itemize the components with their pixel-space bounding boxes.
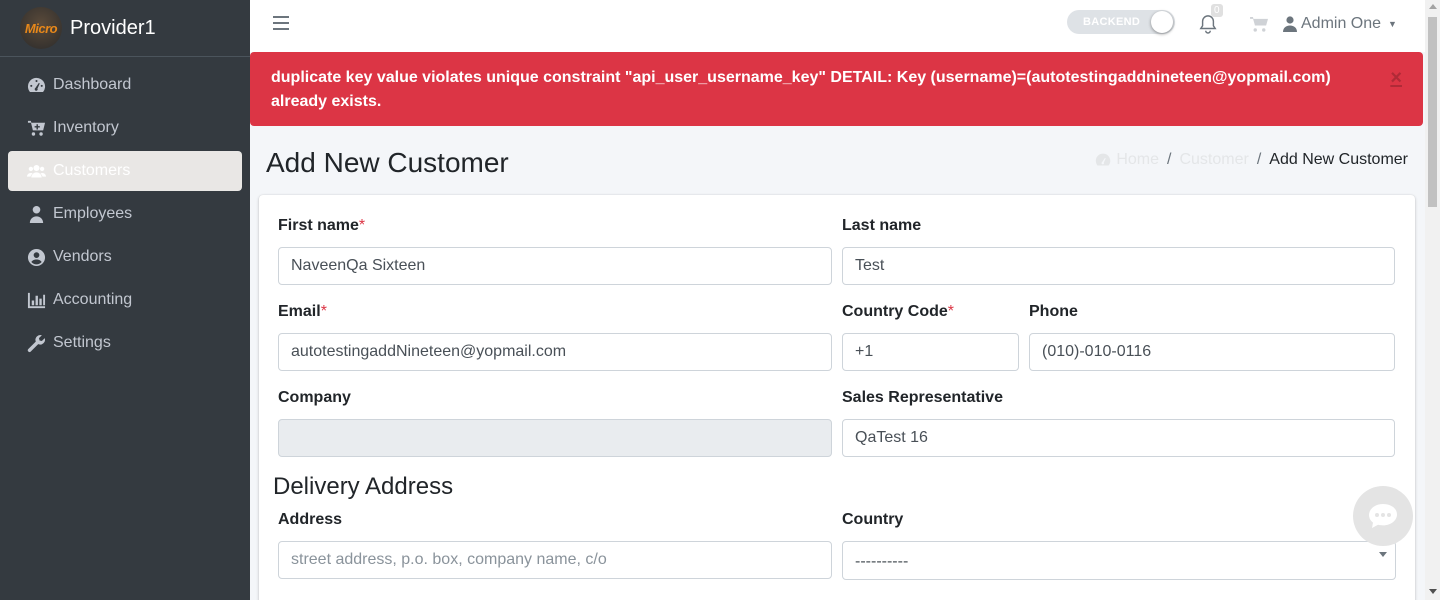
country-select[interactable]: ---------- [842, 541, 1396, 580]
sidebar-nav: Dashboard Inventory Customers Employees … [0, 57, 250, 363]
scroll-thumb[interactable] [1428, 17, 1437, 207]
chevron-down-icon: ▼ [1388, 19, 1397, 29]
breadcrumb-home[interactable]: Home [1095, 151, 1159, 169]
address-label: Address [278, 511, 343, 528]
brand-name: Provider1 [70, 16, 156, 39]
cart-plus-icon [26, 118, 46, 138]
breadcrumb-customer[interactable]: Customer [1179, 151, 1248, 169]
sales-rep-field[interactable]: QaTest 16 [842, 419, 1395, 457]
page-title: Add New Customer [266, 147, 509, 178]
user-name: Admin One [1301, 15, 1382, 32]
sidebar-item-label: Accounting [53, 291, 133, 308]
sidebar-item-settings[interactable]: Settings [8, 323, 242, 363]
brand[interactable]: Micro Provider1 [0, 0, 250, 57]
sidebar-item-label: Settings [53, 334, 111, 351]
email-field[interactable]: autotestingaddNineteen@yopmail.com [278, 333, 832, 371]
top-navbar: BACKEND 0 Admin One ▼ [250, 0, 1425, 52]
breadcrumb-separator: / [1256, 151, 1262, 168]
brand-logo-text: Micro [24, 20, 58, 36]
breadcrumb-current: Add New Customer [1269, 151, 1408, 168]
sales-rep-label: Sales Representative [842, 389, 1003, 406]
sidebar-item-label: Dashboard [53, 76, 132, 93]
sidebar-item-accounting[interactable]: Accounting [8, 280, 242, 320]
sidebar-item-label: Vendors [53, 248, 112, 265]
sidebar-item-customers[interactable]: Customers [8, 151, 242, 191]
brand-logo: Micro [20, 7, 62, 49]
user-circle-icon [26, 247, 46, 267]
breadcrumb-separator: / [1167, 151, 1172, 168]
first-name-field[interactable]: NaveenQa Sixteen [278, 247, 832, 285]
chart-bar-icon [26, 290, 46, 310]
user-icon [1283, 16, 1297, 32]
users-icon [26, 161, 46, 181]
address-field[interactable]: street address, p.o. box, company name, … [278, 541, 832, 579]
notifications-bell-icon[interactable]: 0 [1199, 4, 1223, 36]
chevron-down-icon [1379, 552, 1387, 557]
toggle-knob [1151, 11, 1173, 33]
phone-field[interactable]: (010)-010-0116 [1029, 333, 1395, 371]
customer-form-card: First name* NaveenQa Sixteen Last name T… [259, 195, 1415, 600]
close-icon[interactable]: × [1390, 66, 1402, 90]
delivery-address-title: Delivery Address [273, 473, 454, 500]
user-tie-icon [26, 204, 46, 224]
sidebar: Micro Provider1 Dashboard Inventory Cust… [0, 0, 250, 600]
scroll-up-arrow-icon[interactable] [1429, 4, 1437, 9]
sidebar-item-label: Inventory [53, 119, 119, 136]
error-alert: duplicate key value violates unique cons… [250, 52, 1423, 126]
country-label: Country [842, 511, 904, 528]
last-name-label: Last name [842, 217, 922, 234]
sidebar-item-dashboard[interactable]: Dashboard [8, 65, 242, 105]
shopping-cart-icon[interactable] [1250, 16, 1270, 34]
scroll-down-arrow-icon[interactable] [1429, 589, 1437, 594]
dashboard-icon [1096, 153, 1111, 166]
alert-message: duplicate key value violates unique cons… [271, 69, 1331, 110]
sidebar-item-employees[interactable]: Employees [8, 194, 242, 234]
first-name-label: First name* [278, 217, 366, 234]
backend-toggle-label: BACKEND [1083, 16, 1141, 28]
country-code-field[interactable]: +1 [842, 333, 1019, 371]
chat-widget-button[interactable] [1353, 486, 1413, 546]
wrench-icon [26, 333, 46, 353]
dashboard-icon [26, 75, 46, 95]
notification-badge: 0 [1211, 4, 1223, 17]
last-name-field[interactable]: Test [842, 247, 1395, 285]
hamburger-menu-icon[interactable] [273, 16, 289, 32]
country-code-label: Country Code* [842, 303, 955, 320]
company-label: Company [278, 389, 351, 406]
user-menu[interactable]: Admin One ▼ [1283, 15, 1397, 33]
company-field [278, 419, 832, 457]
email-label: Email* [278, 303, 327, 320]
country-select-value: ---------- [855, 553, 909, 570]
sidebar-item-label: Customers [53, 162, 131, 179]
sidebar-item-label: Employees [53, 205, 133, 222]
backend-toggle[interactable]: BACKEND [1067, 10, 1175, 34]
phone-label: Phone [1029, 303, 1078, 320]
sidebar-item-vendors[interactable]: Vendors [8, 237, 242, 277]
chat-bubble-icon [1369, 504, 1397, 528]
page-scrollbar[interactable] [1425, 0, 1440, 600]
sidebar-item-inventory[interactable]: Inventory [8, 108, 242, 148]
breadcrumb: Home / Customer / Add New Customer [1095, 151, 1408, 169]
